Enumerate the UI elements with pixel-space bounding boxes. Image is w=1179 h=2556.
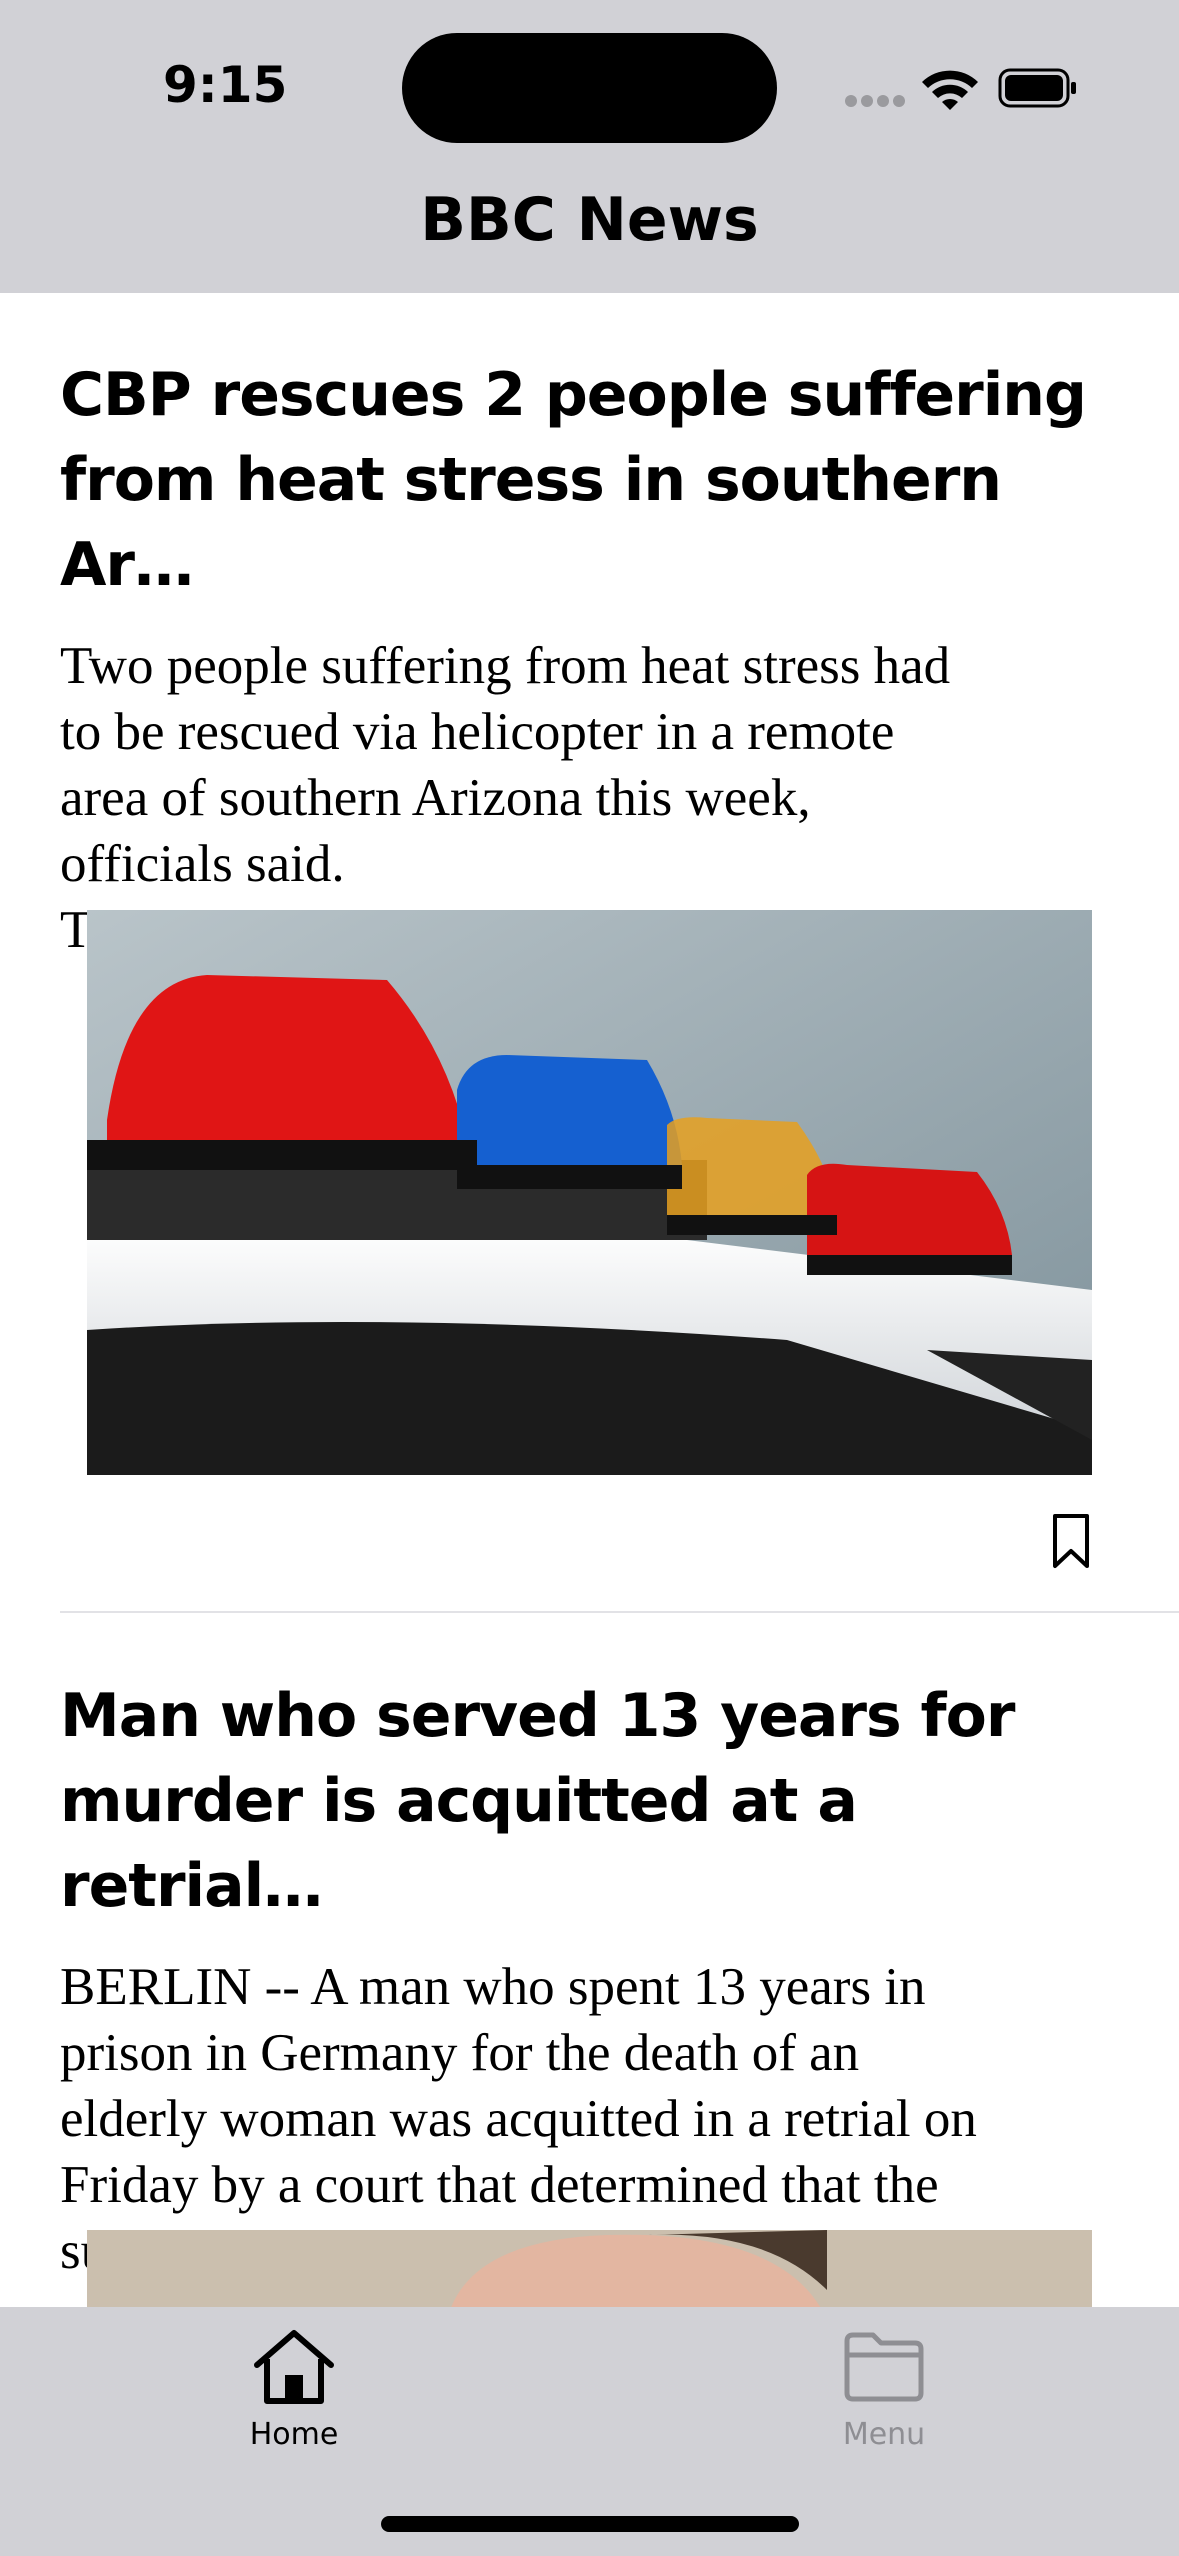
cellular-signal-icon [845,92,909,111]
bookmark-icon[interactable] [1051,1513,1091,1569]
tab-menu-label: Menu [842,2417,926,2452]
article-headline[interactable]: Man who served 13 years for murder is ac… [60,1674,1119,1929]
excerpt-line: Friday by a court that determined that t… [60,2156,939,2214]
tab-menu[interactable]: Menu [784,2327,984,2452]
house-icon [254,2330,334,2404]
page-title: BBC News [420,185,759,255]
article-image-police-lights[interactable] [87,910,1092,1475]
article-card[interactable]: CBP rescues 2 people suffering from heat… [60,353,1119,963]
excerpt-line: area of southern Arizona this week, [60,769,811,827]
news-feed[interactable]: CBP rescues 2 people suffering from heat… [0,293,1179,2307]
article-image-man-portrait[interactable] [87,2230,1092,2307]
excerpt-line: Two people suffering from heat stress ha… [60,637,951,695]
excerpt-line: prison in Germany for the death of an [60,2024,860,2082]
headline-line: Man who served 13 years for [60,1681,1015,1751]
article-card[interactable]: Man who served 13 years for murder is ac… [60,1674,1119,2284]
folder-icon [844,2332,924,2402]
excerpt-line: to be rescued via helicopter in a remote [60,703,895,761]
excerpt-line: officials said. [60,835,345,893]
headline-line: CBP rescues 2 people suffering [60,360,1087,430]
article-divider [60,1611,1179,1613]
headline-line: from heat stress in southern Ar… [60,445,1002,600]
headline-line: murder is acquitted at a retrial… [60,1766,858,1921]
home-indicator[interactable] [381,2516,799,2532]
tab-home-label: Home [249,2417,339,2452]
excerpt-line: elderly woman was acquitted in a retrial… [60,2090,977,2148]
battery-icon [998,68,1076,108]
article-headline[interactable]: CBP rescues 2 people suffering from heat… [60,353,1119,608]
wifi-icon [922,70,978,110]
dynamic-island [402,33,777,143]
top-bar: 9:15 BBC News [0,0,1179,293]
excerpt-line: BERLIN -- A man who spent 13 years in [60,1958,926,2016]
tab-home[interactable]: Home [194,2327,394,2452]
status-time: 9:15 [163,56,288,114]
